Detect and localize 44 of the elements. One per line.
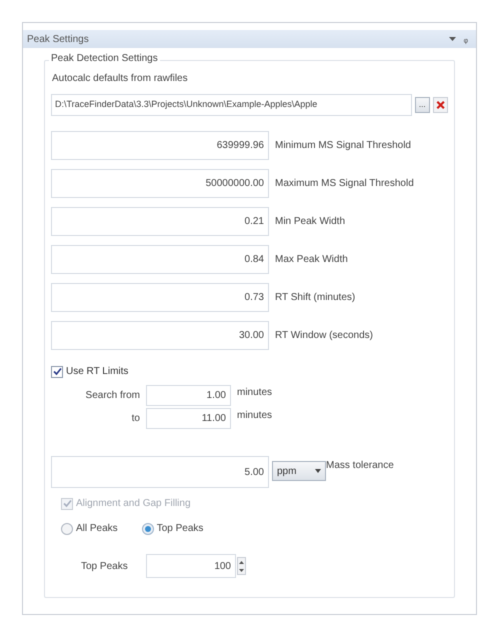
- field-label: Mass tolerance: [326, 459, 394, 473]
- radio-button[interactable]: [61, 522, 73, 534]
- down-arrow-icon: [239, 568, 244, 572]
- spinner[interactable]: [237, 557, 246, 575]
- field-label: RT Shift (minutes): [275, 291, 356, 305]
- radio-button[interactable]: [142, 522, 154, 534]
- close-icon[interactable]: [432, 97, 448, 113]
- radio-label: Top Peaks: [156, 522, 204, 536]
- caret-icon[interactable]: [448, 36, 456, 42]
- checkbox-label: Use RT Limits: [66, 365, 128, 379]
- path-field[interactable]: D:\TraceFinderData\3.3\Projects\Unknown\Example-Apples\Apple: [51, 94, 412, 116]
- checkmark-icon: [52, 367, 62, 376]
- field-label: Maximum MS Signal Threshold: [275, 177, 414, 191]
- number-field[interactable]: 5.00: [51, 456, 269, 488]
- field-label: Min Peak Width: [275, 215, 346, 229]
- field-label: RT Window (seconds): [275, 329, 373, 343]
- unit-dropdown[interactable]: ppm: [272, 461, 326, 481]
- number-field[interactable]: 30.00: [51, 321, 269, 350]
- number-field[interactable]: 11.00: [146, 408, 231, 429]
- checkbox-label: Alignment and Gap Filling: [76, 497, 191, 511]
- number-field[interactable]: 639999.96: [51, 131, 269, 160]
- browse-button[interactable]: ...: [414, 97, 430, 113]
- unit-label: minutes: [237, 409, 272, 423]
- number-field[interactable]: 1.00: [146, 385, 231, 406]
- number-field[interactable]: 0.84: [51, 245, 269, 274]
- number-field[interactable]: 100: [146, 554, 236, 578]
- field-label: Minimum MS Signal Threshold: [275, 139, 411, 153]
- radio-label: All Peaks: [76, 522, 118, 536]
- field-label: Max Peak Width: [275, 253, 348, 267]
- up-arrow-icon: [239, 560, 244, 564]
- checkbox[interactable]: [51, 366, 63, 378]
- unit-label: minutes: [237, 386, 272, 400]
- range-label: to: [130, 412, 141, 426]
- pin-icon[interactable]: ᵩ: [464, 32, 468, 46]
- group-title: Peak Detection Settings: [49, 54, 160, 64]
- top-peaks-label: Top Peaks: [80, 560, 129, 574]
- panel-title: Peak Settings: [27, 32, 90, 46]
- number-field[interactable]: 0.73: [51, 283, 269, 312]
- checkmark-icon: [62, 499, 72, 508]
- caret-icon: [315, 469, 321, 473]
- number-field[interactable]: 0.21: [51, 207, 269, 236]
- number-field[interactable]: 50000000.00: [51, 169, 269, 198]
- autocalc-label: Autocalc defaults from rawfiles: [52, 72, 189, 86]
- range-label: Search from: [84, 389, 141, 403]
